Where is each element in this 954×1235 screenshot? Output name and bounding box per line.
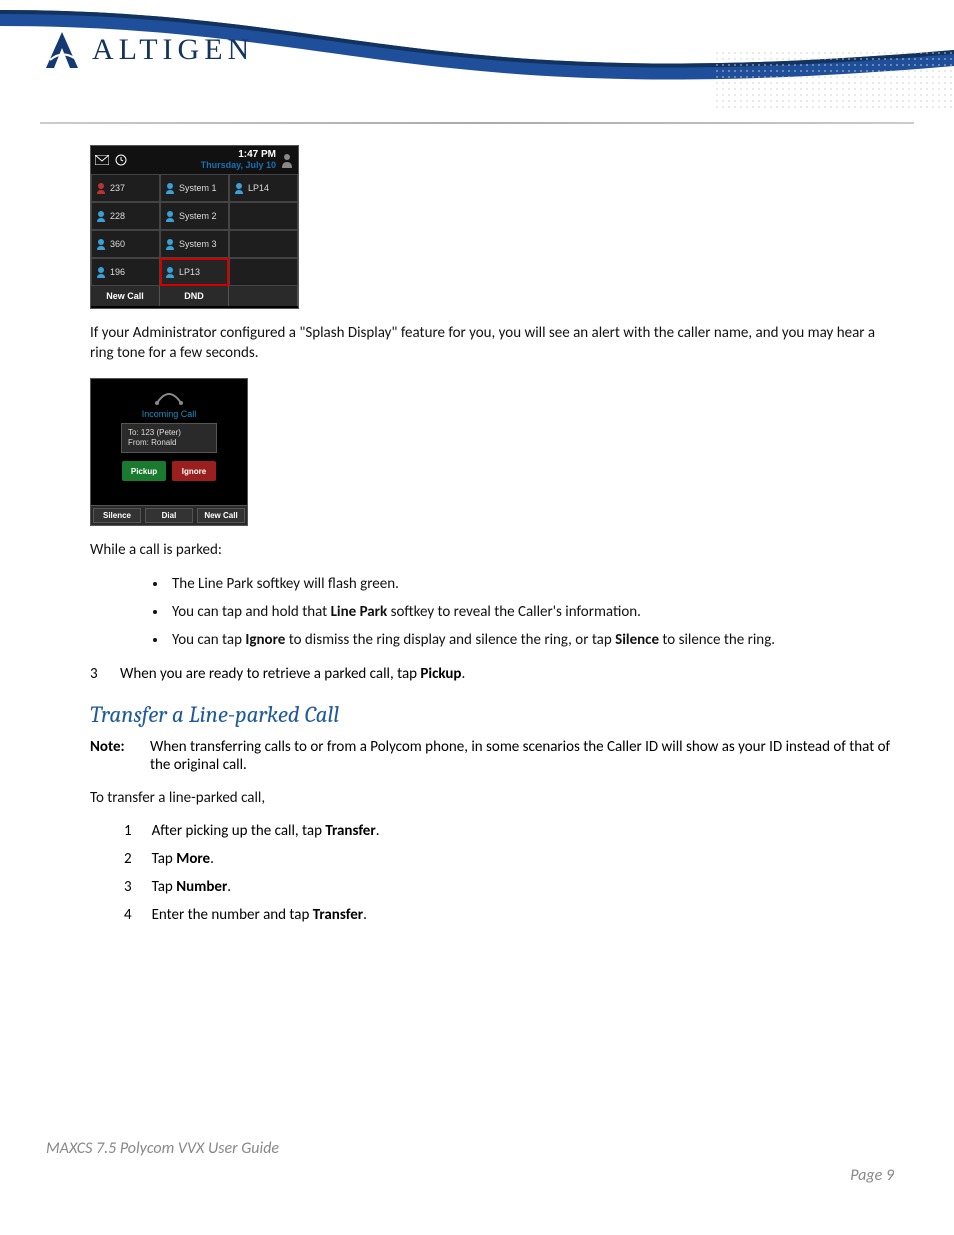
altigen-logo-icon: [40, 28, 84, 72]
presence-idle-icon: [165, 210, 175, 222]
user-icon: [280, 152, 294, 168]
footer-page-number: Page 9: [46, 1166, 894, 1185]
incoming-call-banner: Incoming Call: [142, 409, 197, 419]
line-key[interactable]: LP14: [229, 174, 298, 202]
step-3: 3 When you are ready to retrieve a parke…: [90, 665, 894, 683]
step-number: 4: [124, 906, 132, 924]
line-key-grid: 237 System 1 LP14 228 System 2: [91, 174, 298, 286]
line-park-key-highlighted[interactable]: LP13: [160, 258, 229, 286]
header-divider: [40, 122, 914, 124]
ignore-button[interactable]: Ignore: [172, 461, 216, 481]
status-time: 1:47 PM: [201, 150, 276, 161]
brand-logo: ALTIGEN: [40, 28, 254, 72]
from-value: Ronald: [151, 438, 176, 447]
softkey-new-call[interactable]: New Call: [197, 508, 245, 523]
line-key[interactable]: System 3: [160, 230, 229, 258]
handset-arc-icon: [154, 389, 184, 405]
call-info-box: To: 123 (Peter) From: Ronald: [121, 423, 217, 454]
line-label: System 1: [179, 183, 217, 193]
status-bar: 1:47 PM Thursday, July 10: [91, 146, 298, 174]
presence-idle-icon: [96, 238, 106, 250]
line-key[interactable]: 228: [91, 202, 160, 230]
page-footer: MAXCS 7.5 Polycom VVX User Guide Page 9: [46, 1139, 894, 1185]
line-label: 237: [110, 183, 125, 193]
step-item: 4Enter the number and tap Transfer.: [124, 906, 894, 924]
presence-idle-icon: [165, 238, 175, 250]
line-label: LP13: [179, 267, 200, 277]
step-item: 3Tap Number.: [124, 878, 894, 896]
line-key[interactable]: System 1: [160, 174, 229, 202]
step-item: 2Tap More.: [124, 850, 894, 868]
presence-busy-icon: [96, 182, 106, 194]
step-number: 3: [90, 665, 102, 683]
line-key[interactable]: 196: [91, 258, 160, 286]
step-item: 1After picking up the call, tap Transfer…: [124, 822, 894, 840]
line-key[interactable]: System 2: [160, 202, 229, 230]
softkey-dnd[interactable]: DND: [160, 286, 229, 306]
line-label: System 2: [179, 211, 217, 221]
footer-doc-title: MAXCS 7.5 Polycom VVX User Guide: [46, 1139, 894, 1158]
bullet-item: The Line Park softkey will flash green.: [168, 574, 894, 594]
phone-screenshot-home: 1:47 PM Thursday, July 10 237 System 1 L…: [90, 145, 299, 309]
step-number: 1: [124, 822, 132, 840]
line-key-empty: [229, 258, 298, 286]
note-row: Note: When transferring calls to or from…: [90, 738, 894, 774]
line-label: 196: [110, 267, 125, 277]
presence-idle-icon: [96, 210, 106, 222]
phone-screenshot-incoming: Incoming Call To: 123 (Peter) From: Rona…: [90, 378, 248, 526]
envelope-icon: [95, 155, 109, 165]
page-header: ALTIGEN: [0, 0, 954, 130]
line-label: 228: [110, 211, 125, 221]
step-number: 2: [124, 850, 132, 868]
softkey-bar: Silence Dial New Call: [91, 505, 247, 525]
line-label: 360: [110, 239, 125, 249]
to-label: To:: [128, 428, 139, 437]
page-content: 1:47 PM Thursday, July 10 237 System 1 L…: [90, 145, 894, 934]
parked-call-bullets: The Line Park softkey will flash green. …: [168, 574, 894, 651]
line-key-empty: [229, 202, 298, 230]
softkey-bar: New Call DND: [91, 286, 298, 306]
presence-idle-icon: [165, 182, 175, 194]
header-dot-pattern: [714, 50, 954, 110]
presence-idle-icon: [96, 266, 106, 278]
step-number: 3: [124, 878, 132, 896]
from-label: From:: [128, 438, 149, 447]
line-key-empty: [229, 230, 298, 258]
brand-name: ALTIGEN: [92, 33, 254, 67]
to-value: 123 (Peter): [141, 428, 181, 437]
line-label: System 3: [179, 239, 217, 249]
clock-icon: [115, 154, 127, 166]
line-key[interactable]: 360: [91, 230, 160, 258]
softkey-silence[interactable]: Silence: [93, 508, 141, 523]
bullet-item: You can tap Ignore to dismiss the ring d…: [168, 630, 894, 650]
presence-idle-icon: [234, 182, 244, 194]
status-date: Thursday, July 10: [201, 161, 276, 170]
line-key[interactable]: 237: [91, 174, 160, 202]
paragraph-while-parked: While a call is parked:: [90, 540, 894, 560]
line-label: LP14: [248, 183, 269, 193]
softkey-new-call[interactable]: New Call: [91, 286, 160, 306]
presence-idle-icon: [165, 266, 175, 278]
softkey-empty: [229, 286, 298, 306]
pickup-button[interactable]: Pickup: [122, 461, 166, 481]
section-heading-transfer: Transfer a Line-parked Call: [90, 701, 894, 728]
transfer-steps: 1After picking up the call, tap Transfer…: [124, 822, 894, 924]
softkey-dial[interactable]: Dial: [145, 508, 193, 523]
step-text: When you are ready to retrieve a parked …: [120, 665, 465, 683]
note-text: When transferring calls to or from a Pol…: [150, 738, 894, 774]
paragraph-transfer-intro: To transfer a line-parked call,: [90, 788, 894, 808]
paragraph-splash-display: If your Administrator configured a "Spla…: [90, 323, 894, 364]
note-label: Note:: [90, 738, 136, 774]
bullet-item: You can tap and hold that Line Park soft…: [168, 602, 894, 622]
